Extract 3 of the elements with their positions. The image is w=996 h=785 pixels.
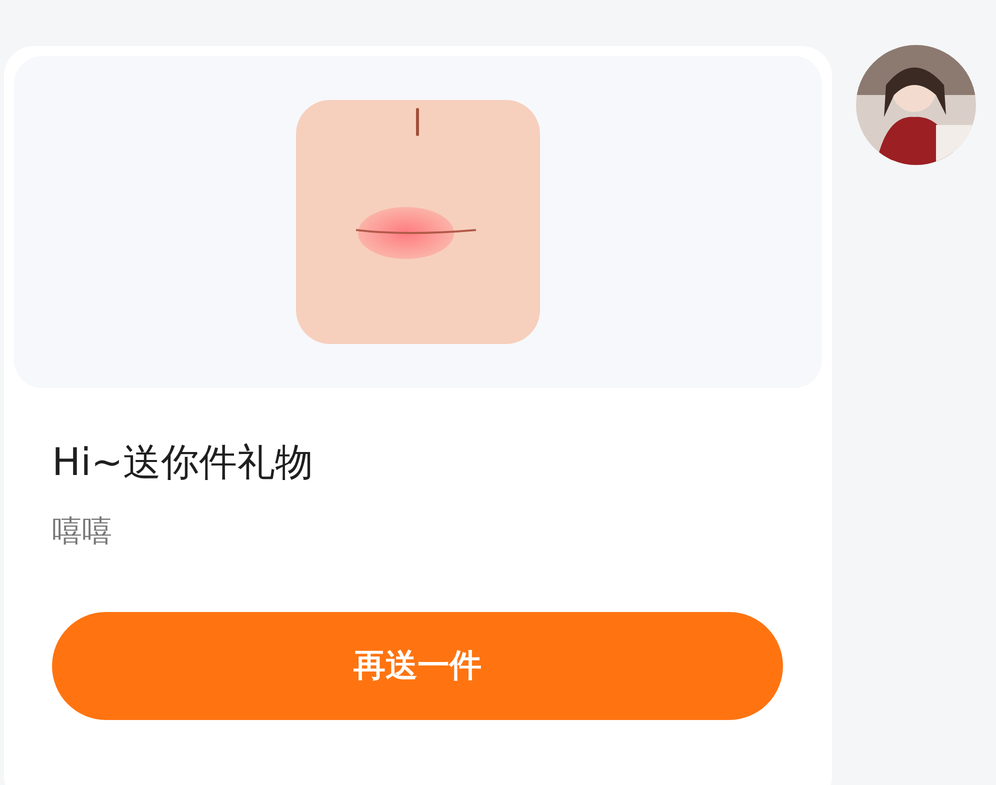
card-title: Hi~送你件礼物 — [52, 440, 314, 486]
send-again-button[interactable]: 再送一件 — [52, 612, 783, 720]
card-message: 嘻嘻 — [52, 514, 113, 550]
